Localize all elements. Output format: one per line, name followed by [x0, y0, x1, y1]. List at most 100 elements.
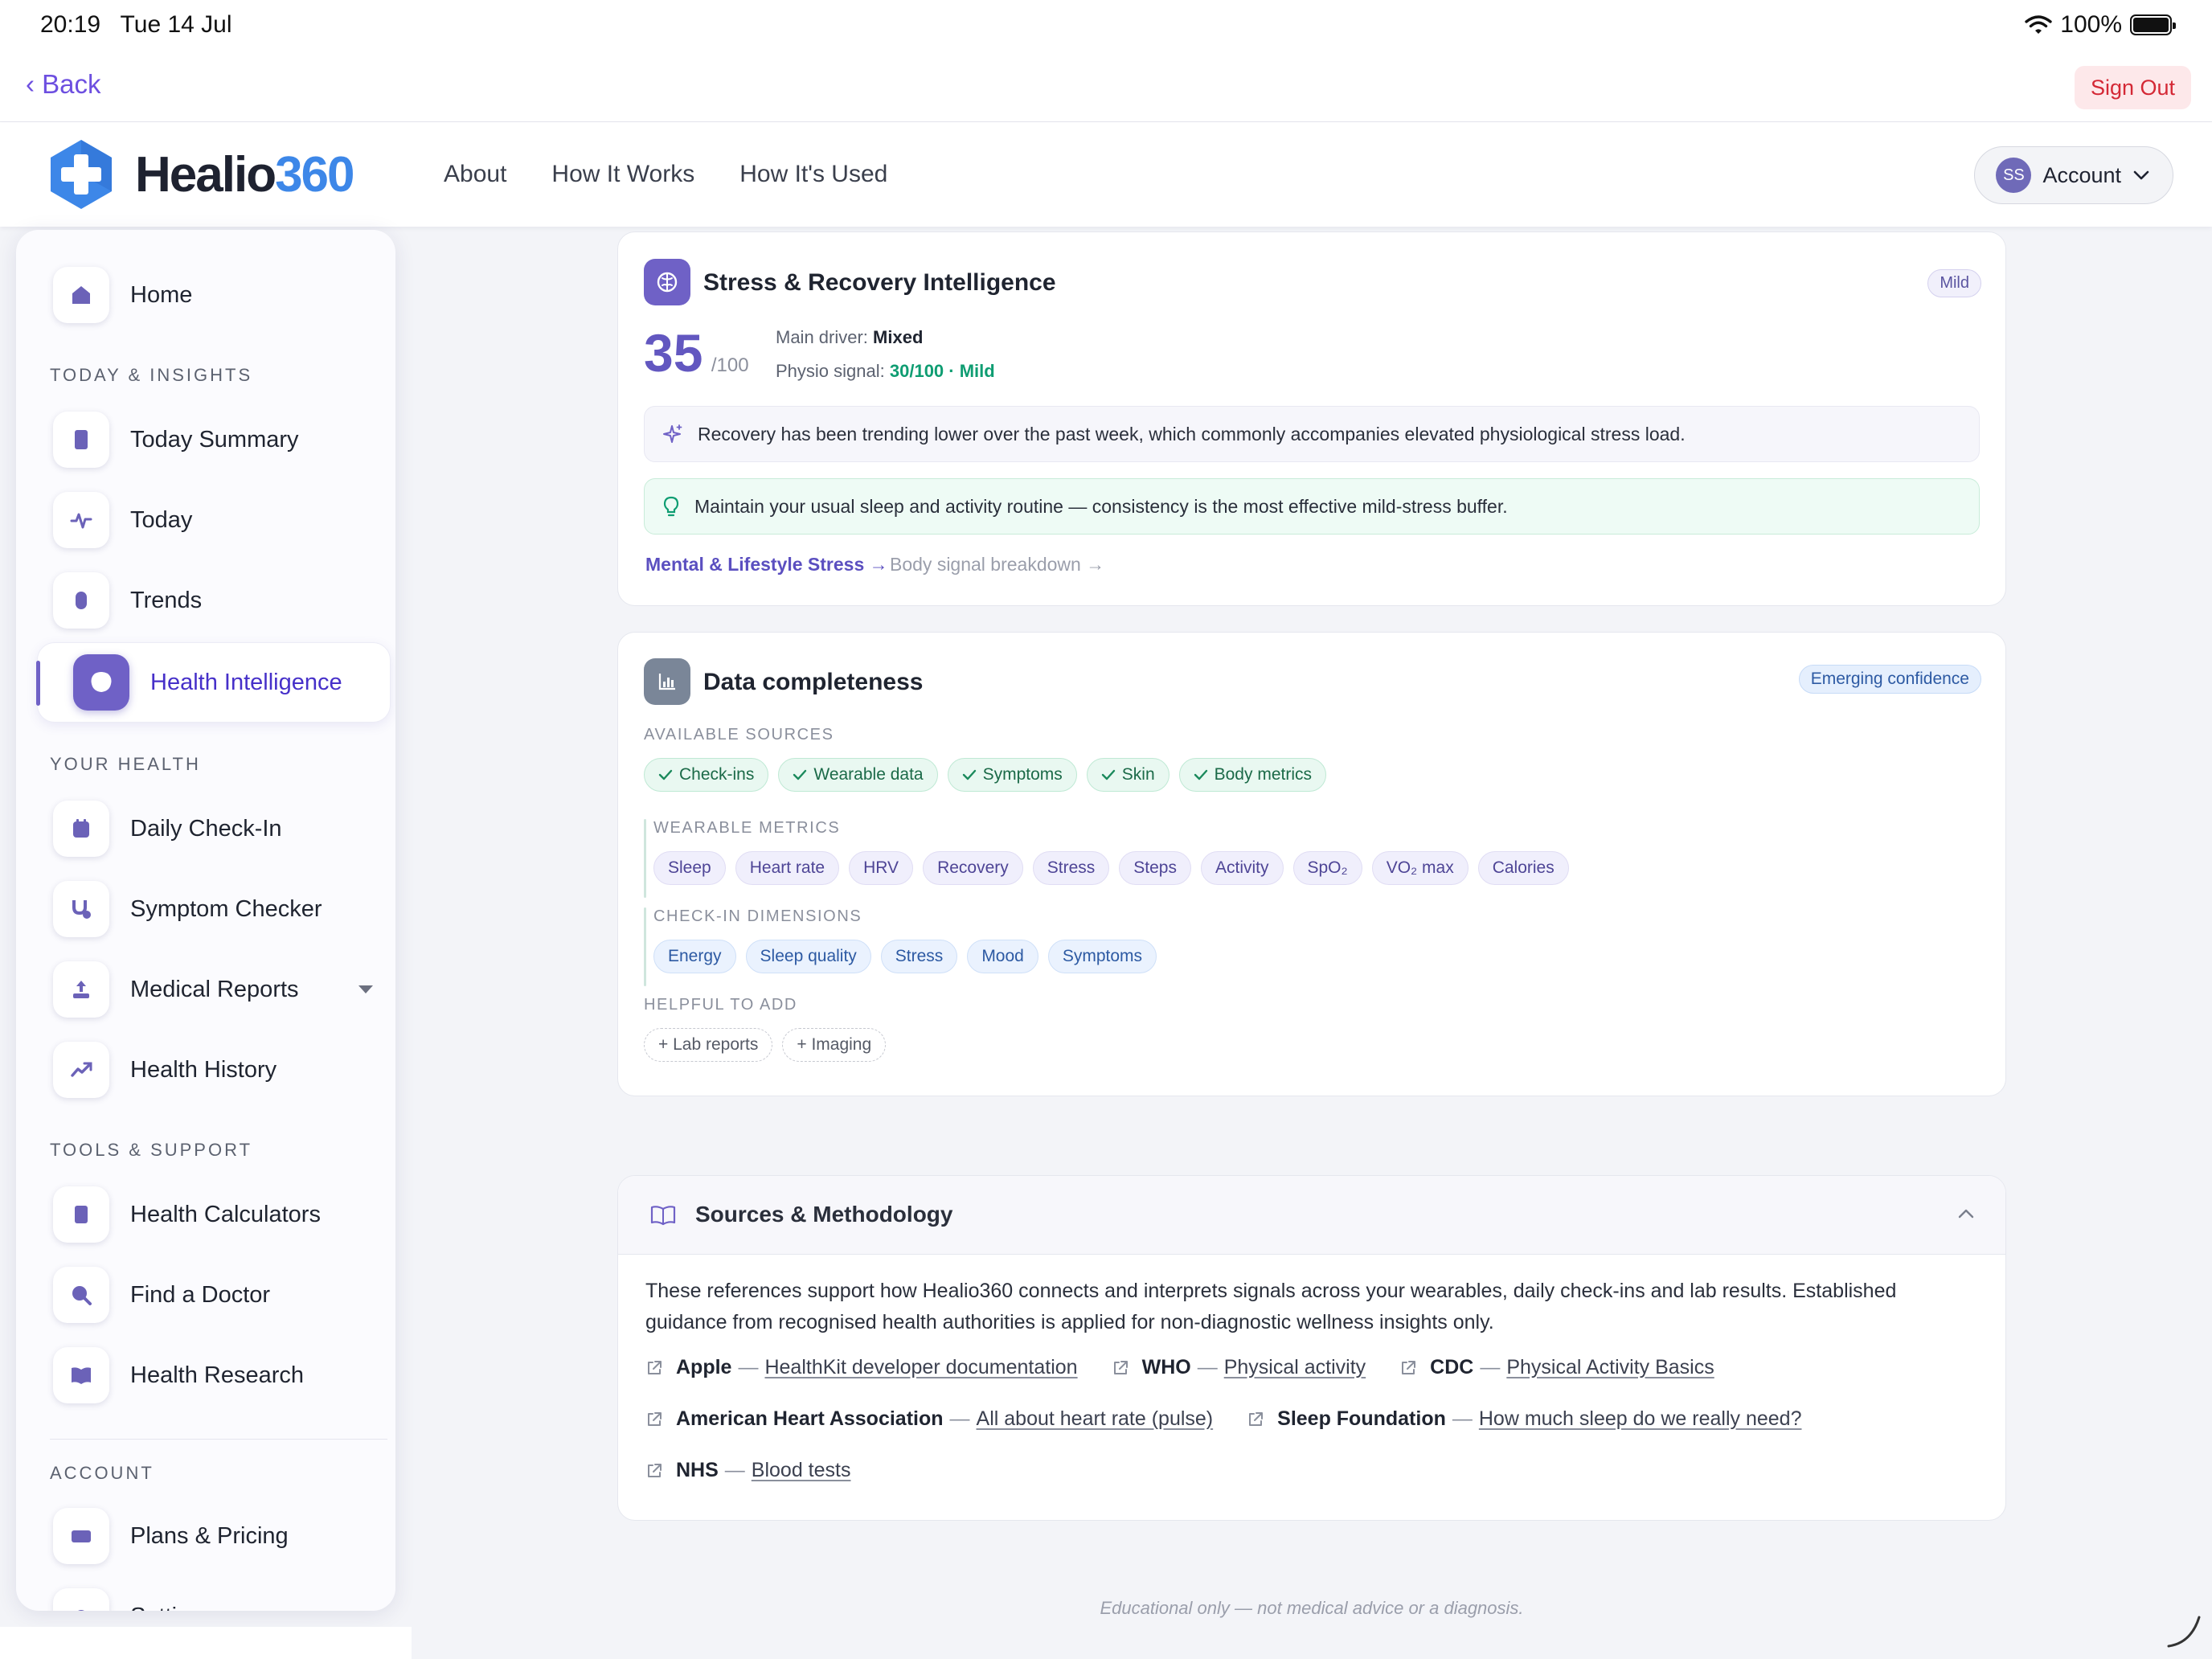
sidebar-item-symptom-checker[interactable]: Symptom Checker: [53, 878, 375, 940]
check-icon: [962, 769, 976, 780]
source-chip: Check-ins: [644, 758, 769, 792]
reference-title[interactable]: Physical Activity Basics: [1506, 1356, 1714, 1379]
reference-separator: —: [949, 1407, 970, 1430]
source-chip-label: Check-ins: [679, 765, 755, 784]
wearable-metric-chip: Activity: [1200, 851, 1284, 885]
wearable-metric-chip-label: Heart rate: [749, 858, 825, 877]
reference-title[interactable]: All about heart rate (pulse): [977, 1407, 1214, 1431]
helpful-to-add-chips: + Lab reports + Imaging: [644, 1028, 887, 1062]
sidebar-item-home[interactable]: Home: [53, 264, 375, 326]
reference-link[interactable]: CDC — Physical Activity Basics: [1399, 1356, 1714, 1379]
sidebar-item-daily-check-in[interactable]: Daily Check-In: [53, 797, 375, 860]
section-today-insights: TODAY & INSIGHTS: [50, 365, 253, 385]
logo-wordmark: Healio360: [135, 146, 355, 203]
avatar: SS: [1996, 158, 2032, 193]
stethoscope-icon: [53, 881, 109, 937]
logo-cross-icon: [51, 140, 112, 209]
sidebar-item-plans-pricing[interactable]: Plans & Pricing: [53, 1505, 375, 1567]
sidebar-item-health-history[interactable]: Health History: [53, 1038, 375, 1101]
wearable-metric-chip: Steps: [1119, 851, 1191, 885]
scroll-grip-icon[interactable]: [2164, 1611, 2204, 1651]
section-account: ACCOUNT: [50, 1463, 154, 1483]
sparkle-icon: [663, 424, 682, 443]
active-indicator: [36, 661, 40, 706]
main-driver: Main driver: Mixed: [776, 327, 924, 347]
reference-link[interactable]: NHS — Blood tests: [645, 1459, 850, 1482]
chevron-up-icon[interactable]: [1957, 1208, 1975, 1219]
sidebar-item-label: Today Summary: [130, 426, 299, 453]
nav-how-it-works[interactable]: How It Works: [551, 161, 694, 188]
helpful-add-chip[interactable]: + Lab reports: [644, 1028, 773, 1062]
insight-text: Recovery has been trending lower over th…: [698, 423, 1686, 444]
wearable-metric-chip: Heart rate: [735, 851, 840, 885]
search-icon: [53, 1267, 109, 1323]
reference-link[interactable]: Apple — HealthKit developer documentation: [645, 1356, 1078, 1379]
sidebar-item-settings[interactable]: Setti: [53, 1585, 375, 1611]
reference-separator: —: [1480, 1356, 1501, 1378]
external-link-icon: [648, 1463, 662, 1477]
sign-out-button[interactable]: Sign Out: [2074, 66, 2191, 109]
check-icon: [1194, 769, 1207, 780]
sidebar-item-trends[interactable]: Trends: [53, 569, 375, 632]
back-button[interactable]: ‹ Back: [26, 69, 101, 100]
sidebar-item-medical-reports[interactable]: Medical Reports: [53, 958, 375, 1021]
nav-about[interactable]: About: [444, 161, 506, 188]
sidebar: Home TODAY & INSIGHTS Today Summary Toda…: [16, 230, 395, 1611]
checkin-dimension-chip-label: Sleep quality: [760, 947, 857, 965]
wearable-metric-chip-label: SpO₂: [1307, 858, 1348, 877]
sidebar-divider: [50, 1439, 387, 1440]
sidebar-item-today-summary[interactable]: Today Summary: [53, 408, 375, 471]
data-completeness-card: Data completeness Emerging confidence AV…: [617, 632, 2006, 1096]
brain-icon: [73, 654, 129, 711]
external-link-icon: [1249, 1411, 1264, 1426]
sidebar-bottom-strip: [0, 1627, 412, 1659]
reference-link[interactable]: Sleep Foundation — How much sleep do we re…: [1247, 1407, 1801, 1431]
checkin-dimension-chip: Symptoms: [1047, 940, 1157, 973]
confidence-badge: Emerging confidence: [1798, 665, 1981, 694]
card-title: Data completeness: [703, 669, 924, 695]
reference-title[interactable]: Blood tests: [752, 1459, 851, 1482]
tip-text: Maintain your usual sleep and activity r…: [694, 495, 1508, 517]
mental-lifestyle-stress-link[interactable]: Mental & Lifestyle Stress →: [645, 554, 888, 576]
body-signal-breakdown-link[interactable]: Body signal breakdown →: [890, 554, 1104, 576]
sidebar-item-health-intelligence[interactable]: Health Intelligence: [36, 642, 391, 723]
source-chip: Skin: [1086, 758, 1169, 792]
checkin-dimensions-chips: Energy Sleep quality Stress Mood Symptoms: [653, 940, 1157, 973]
account-button[interactable]: SS Account: [1974, 146, 2173, 204]
sidebar-item-label: Medical Reports: [130, 976, 299, 1002]
reference-title[interactable]: How much sleep do we really need?: [1479, 1407, 1802, 1431]
sidebar-item-label: Health History: [130, 1056, 277, 1083]
stress-recovery-card: Stress & Recovery Intelligence Mild 35 /…: [617, 231, 2006, 606]
wearable-metric-chip: SpO₂: [1292, 851, 1362, 885]
sidebar-item-label: Find a Doctor: [130, 1281, 271, 1308]
sidebar-item-find-a-doctor[interactable]: Find a Doctor: [53, 1264, 375, 1326]
sidebar-item-health-calculators[interactable]: Health Calculators: [53, 1183, 375, 1246]
checkin-dimension-chip: Stress: [880, 940, 958, 973]
wearable-metric-chip: HRV: [849, 851, 914, 885]
wearable-metric-chip: VO₂ max: [1371, 851, 1469, 885]
summary-icon: [53, 412, 109, 468]
sidebar-item-health-research[interactable]: Health Research: [53, 1344, 375, 1407]
reference-separator: —: [1452, 1407, 1473, 1430]
reference-title[interactable]: HealthKit developer documentation: [764, 1356, 1077, 1379]
sources-header[interactable]: Sources & Methodology: [618, 1176, 2005, 1255]
helpful-add-chip[interactable]: + Imaging: [782, 1028, 887, 1062]
wearable-metric-chip: Recovery: [923, 851, 1023, 885]
external-link-icon: [648, 1360, 662, 1374]
status-bar: 20:19 Tue 14 Jul 100%: [0, 0, 2212, 53]
book-icon: [53, 1347, 109, 1403]
reference-org: CDC: [1430, 1356, 1474, 1378]
nav-how-its-used[interactable]: How It's Used: [739, 161, 887, 188]
reference-link[interactable]: American Heart Association — All about hea…: [645, 1407, 1213, 1431]
reference-link[interactable]: WHO — Physical activity: [1112, 1356, 1366, 1379]
sidebar-item-today[interactable]: Today: [53, 489, 375, 551]
reference-title[interactable]: Physical activity: [1224, 1356, 1366, 1379]
reference-row: Apple — HealthKit developer documentation W…: [645, 1356, 1714, 1379]
wearable-metric-chip-label: Sleep: [668, 858, 711, 877]
caret-down-icon[interactable]: [357, 984, 375, 995]
checkin-indicator: [644, 907, 646, 986]
main-nav: About How It Works How It's Used: [444, 161, 887, 188]
checkin-dimension-chip: Mood: [967, 940, 1038, 973]
reference-org: Apple: [676, 1356, 732, 1378]
logo[interactable]: Healio360: [45, 138, 355, 211]
